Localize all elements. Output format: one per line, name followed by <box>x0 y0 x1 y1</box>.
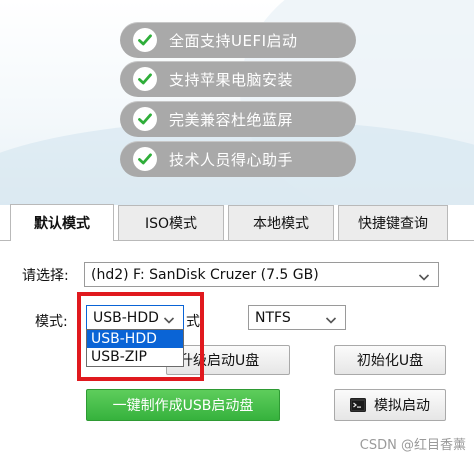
feature-text: 完美兼容杜绝蓝屏 <box>169 110 294 129</box>
mode-select[interactable]: USB-HDD <box>86 305 184 330</box>
feature-text: 全面支持UEFI启动 <box>169 31 298 50</box>
feature-text: 支持苹果电脑安装 <box>169 70 294 89</box>
one-click-make-boot-usb-button[interactable]: 一键制作成USB启动盘 <box>86 389 280 421</box>
watermark: CSDN @红目香薰 <box>359 438 466 453</box>
init-usb-button[interactable]: 初始化U盘 <box>334 345 446 375</box>
simulate-boot-button[interactable]: 模拟启动 <box>334 389 446 421</box>
format-label: 格式: <box>186 311 238 331</box>
format-select[interactable]: NTFS <box>248 305 346 330</box>
device-select[interactable]: (hd2) F: SanDisk Cruzer (7.5 GB) <box>84 262 439 287</box>
format-label-text: 格式: <box>186 314 205 330</box>
feature-banner: 全面支持UEFI启动 支持苹果电脑安装 完美兼容杜绝蓝屏 技术人员得心助手 <box>0 0 474 205</box>
mode-option-usb-hdd[interactable]: USB-HDD <box>87 330 183 348</box>
upgrade-boot-usb-button[interactable]: 升级启动U盘 <box>166 345 290 375</box>
device-select-value: (hd2) F: SanDisk Cruzer (7.5 GB) <box>91 266 319 283</box>
mode-dropdown-list: USB-HDD USB-ZIP <box>86 329 184 367</box>
chevron-down-icon <box>163 313 175 329</box>
check-icon <box>133 147 157 171</box>
format-select-value: NTFS <box>255 309 291 326</box>
check-icon <box>133 67 157 91</box>
device-label: 请选择: <box>22 268 69 284</box>
tab-shortcut-query[interactable]: 快捷键查询 <box>338 205 448 240</box>
mode-tabs: 默认模式 ISO模式 本地模式 快捷键查询 <box>10 204 474 241</box>
mode-label: 模式: <box>35 314 68 330</box>
feature-item-tech: 技术人员得心助手 <box>120 141 356 177</box>
check-icon <box>133 28 157 52</box>
check-icon <box>133 107 157 131</box>
tab-default-mode[interactable]: 默认模式 <box>10 204 114 241</box>
feature-item-mac: 支持苹果电脑安装 <box>120 61 356 97</box>
simulate-boot-label: 模拟启动 <box>374 398 430 414</box>
tab-local-mode[interactable]: 本地模式 <box>228 205 334 240</box>
tab-iso-mode[interactable]: ISO模式 <box>118 205 224 240</box>
feature-item-compat: 完美兼容杜绝蓝屏 <box>120 101 356 137</box>
feature-item-uefi: 全面支持UEFI启动 <box>120 22 356 58</box>
terminal-icon <box>350 398 366 412</box>
mode-select-value: USB-HDD <box>93 309 159 326</box>
mode-option-usb-zip[interactable]: USB-ZIP <box>87 348 183 366</box>
upgrade-button-label: 升级启动U盘 <box>179 353 260 369</box>
feature-text: 技术人员得心助手 <box>169 150 294 169</box>
chevron-down-icon <box>418 270 430 286</box>
chevron-down-icon <box>325 313 337 329</box>
